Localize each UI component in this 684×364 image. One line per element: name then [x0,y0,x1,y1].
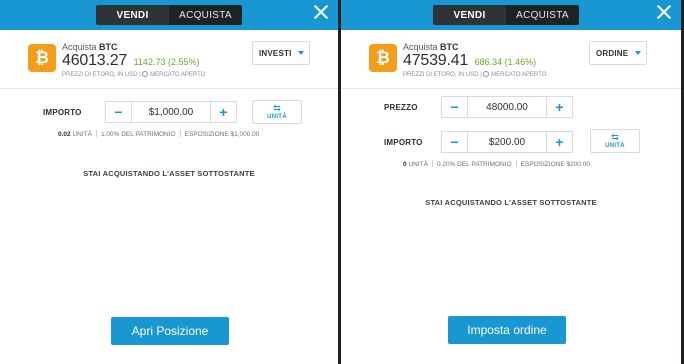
price-line: 47539.41 686.34 (1.46%) [403,52,603,70]
price-source-line: PREZZI DI ETORO, IN USD | MERCATO APERTO [403,71,603,78]
increase-amount-button[interactable]: + [546,132,572,152]
tab-buy[interactable]: ACQUISTA [506,5,579,25]
decrease-amount-button[interactable]: − [106,102,132,122]
amount-label: IMPORTO [384,138,423,147]
underlying-asset-notice: STAI ACQUISTANDO L'ASSET SOTTOSTANTE [83,169,255,178]
clock-icon [483,71,490,77]
price-source: PREZZI DI ETORO, IN USD [403,72,479,78]
order-type-label: INVESTI [259,48,292,58]
separator [179,130,181,137]
action-line: Acquista BTC [62,42,262,52]
tab-sell[interactable]: VENDI [96,5,169,25]
increase-amount-button[interactable]: + [210,102,236,122]
order-type-dropdown[interactable]: ORDINE [589,41,647,65]
chevron-down-icon [635,51,641,55]
units-toggle-label: UNITÀ [605,143,625,149]
trade-dialog-invest: VENDI ACQUISTA ₿ Acquista BTC 46013.27 1… [0,0,338,364]
order-type-label: ORDINE [596,48,629,58]
set-order-button[interactable]: Imposta ordine [448,316,566,344]
asset-price: 46013.27 [62,52,128,69]
equity-percent: 0.20% DEL PATRIMONIO [436,161,512,168]
market-status: MERCATO APERTO [150,72,206,78]
exposure: ESPOSIZIONE $200.00 [520,161,590,168]
swap-icon: ⇆ [611,132,619,142]
position-meta: 0.02 UNITÀ 1.00% DEL PATRIMONIO ESPOSIZION… [58,130,259,138]
divider [0,88,338,89]
action-label: Acquista [62,42,97,52]
increase-rate-button[interactable]: + [546,97,572,117]
units-label: UNITÀ [72,131,92,138]
separator [95,130,97,137]
asset-info: Acquista BTC 47539.41 686.34 (1.46%) PRE… [403,42,603,78]
separator [431,160,433,167]
units-toggle-button[interactable]: ⇆ UNITÀ [590,129,640,153]
buy-sell-toggle: VENDI ACQUISTA [96,5,242,25]
decrease-amount-button[interactable]: − [442,132,468,152]
order-type-dropdown[interactable]: INVESTI [252,41,310,65]
rate-input[interactable]: 48000.00 [468,102,546,113]
price-source-line: PREZZI DI ETORO, IN USD | MERCATO APERTO [62,71,262,78]
action-line: Acquista BTC [403,42,603,52]
decrease-rate-button[interactable]: − [442,97,468,117]
close-icon[interactable] [313,4,329,20]
amount-label: IMPORTO [43,108,82,117]
rate-label: PREZZO [384,103,418,112]
units-label: UNITÀ [408,161,428,168]
amount-stepper: − $200.00 + [441,131,573,153]
asset-symbol: BTC [440,42,459,52]
dialog-header: VENDI ACQUISTA [341,0,681,30]
exposure: ESPOSIZIONE $1,000.00 [184,131,260,138]
underlying-asset-notice: STAI ACQUISTANDO L'ASSET SOTTOSTANTE [425,198,597,207]
asset-symbol: BTC [99,42,118,52]
tab-buy[interactable]: ACQUISTA [169,5,242,25]
divider [341,88,681,89]
price-source: PREZZI DI ETORO, IN USD [62,72,138,78]
amount-input[interactable]: $1,000.00 [132,107,210,118]
rate-stepper: − 48000.00 + [441,96,573,118]
screen: VENDI ACQUISTA ₿ Acquista BTC 46013.27 1… [0,0,684,364]
units-value: 0 [403,161,407,168]
close-icon[interactable] [656,4,672,20]
market-status: MERCATO APERTO [491,72,547,78]
units-toggle-button[interactable]: ⇆ UNITÀ [252,100,302,124]
buy-sell-toggle: VENDI ACQUISTA [433,5,579,25]
price-line: 46013.27 1142.73 (2.55%) [62,52,262,70]
bitcoin-icon: ₿ [369,44,397,72]
amount-stepper: − $1,000.00 + [105,101,237,123]
position-meta: 0 UNITÀ 0.20% DEL PATRIMONIO ESPOSIZIONE $… [403,160,590,168]
asset-info: Acquista BTC 46013.27 1142.73 (2.55%) PR… [62,42,262,78]
price-change: 1142.73 (2.55%) [133,57,200,67]
units-toggle-label: UNITÀ [267,114,287,120]
trade-dialog-order: VENDI ACQUISTA ₿ Acquista BTC 47539.41 6… [341,0,681,364]
swap-icon: ⇆ [273,103,281,113]
chevron-down-icon [298,51,304,55]
separator [515,160,517,167]
amount-input[interactable]: $200.00 [468,137,546,148]
units-value: 0.02 [58,131,71,138]
dialog-header: VENDI ACQUISTA [0,0,338,30]
equity-percent: 1.00% DEL PATRIMONIO [100,131,176,138]
open-position-button[interactable]: Apri Posizione [111,317,229,345]
asset-price: 47539.41 [403,52,469,69]
bitcoin-icon: ₿ [28,44,56,72]
price-change: 686.34 (1.46%) [474,57,537,67]
action-label: Acquista [403,42,438,52]
tab-sell[interactable]: VENDI [433,5,506,25]
clock-icon [142,71,149,77]
